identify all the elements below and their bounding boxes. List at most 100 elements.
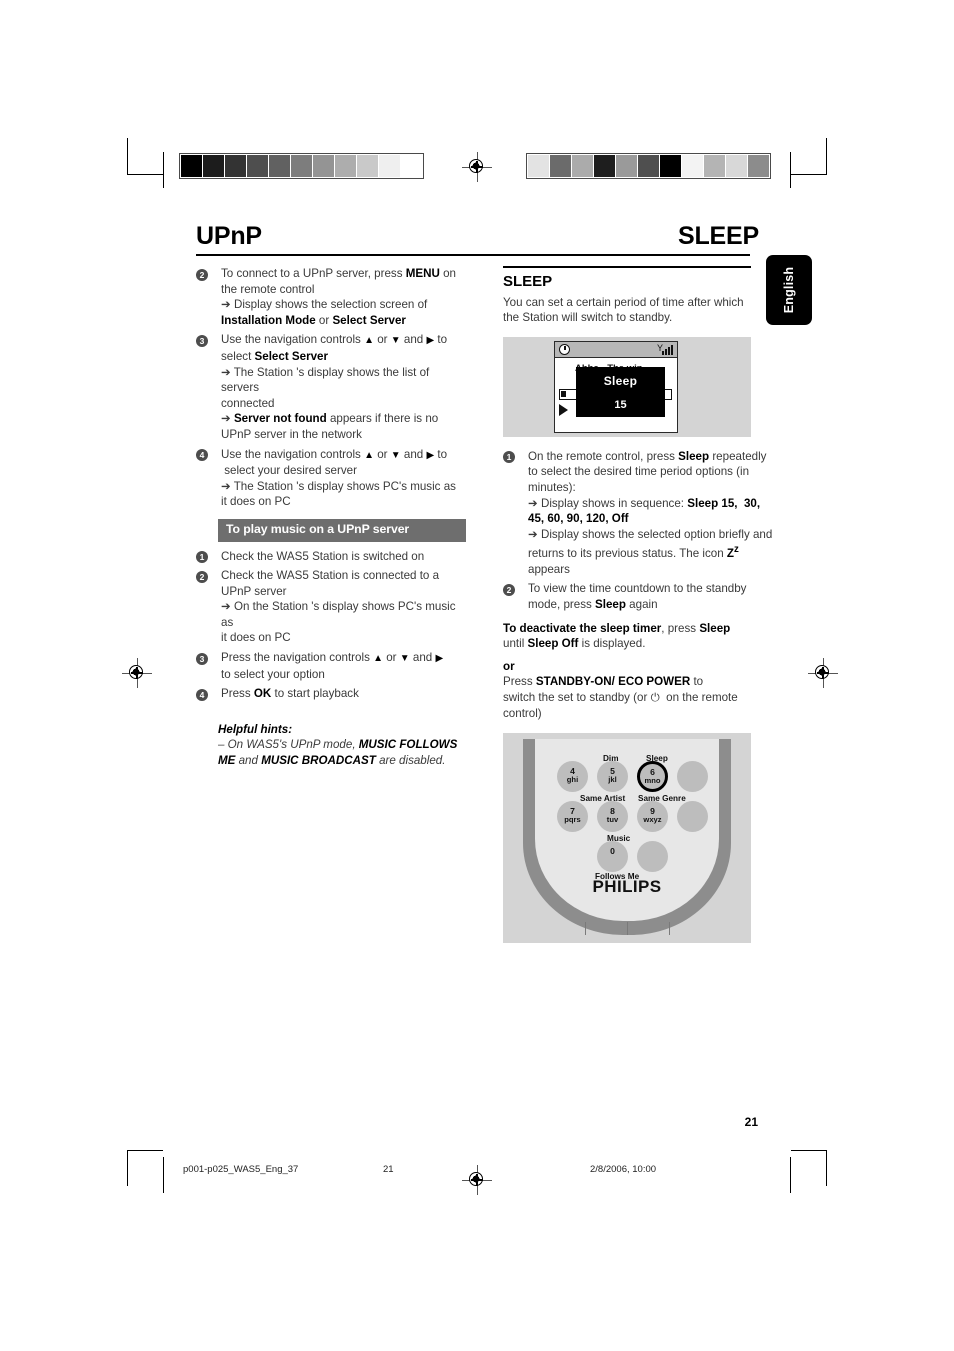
sleep-deactivate-note: To deactivate the sleep timer, press Sle… [503, 621, 731, 651]
step-text: Press the navigation controls ▲ or ▼ and… [221, 651, 444, 681]
step-text: Use the navigation controls ▲ or ▼ and ▶… [221, 447, 456, 509]
remote-seam-right [669, 922, 670, 936]
step-bullet: 2 [196, 268, 208, 281]
remote-key-5[interactable]: 5 jkl [597, 761, 628, 793]
calibration-swatch-9 [704, 155, 725, 177]
calibration-swatch-11 [401, 155, 422, 177]
remote-body: PHILIPS Dim Sleep Same Artist Same Genre Mus… [523, 739, 731, 936]
step-text: To connect to a UPnP server, press MENU … [221, 267, 457, 327]
remote-key-9[interactable]: 9 wxyz [637, 801, 668, 833]
crop-mark-top-right-h [791, 174, 827, 175]
instruction-step: 2 Check the WAS5 Station is connected to … [196, 568, 466, 646]
step-text: Use the navigation controls ▲ or ▼ and ▶… [221, 333, 448, 441]
sleep-steps-list: 1 On the remote control, press Sleep repe… [503, 449, 773, 613]
calibration-swatch-3 [572, 155, 593, 177]
remote-key-7[interactable]: 7 pqrs [557, 801, 588, 833]
step-bullet: 3 [196, 334, 208, 347]
remote-control-figure: PHILIPS Dim Sleep Same Artist Same Genre Mus… [503, 733, 751, 944]
calibration-swatch-4 [594, 155, 615, 177]
crop-mark-top-left-v [127, 138, 128, 174]
section-band-play-music: To play music on a UPnP server [218, 518, 466, 542]
calibration-swatch-3 [225, 155, 246, 177]
manual-page: UPnP SLEEP English 2 To connect to a UPnP… [0, 0, 954, 1351]
header-rule [196, 254, 750, 256]
registration-mark-left [122, 658, 152, 688]
lcd-overlay-value: 15 [614, 399, 627, 412]
calibration-swatch-7 [313, 155, 334, 177]
calibration-swatch-8 [335, 155, 356, 177]
crop-mark-bottom-left-v [127, 1150, 128, 1186]
instruction-step: 3 Use the navigation controls ▲ or ▼ and … [196, 332, 466, 442]
remote-key-blank-9[interactable] [637, 841, 668, 873]
sleep-section-heading: SLEEP [503, 273, 553, 290]
crop-mark-top-left-inner-v [163, 152, 164, 188]
sleep-section-rule [503, 266, 751, 268]
crop-mark-bottom-left-h [127, 1150, 163, 1151]
step-bullet: 1 [503, 451, 515, 464]
step-text: Press OK to start playback [221, 687, 359, 701]
instruction-step: 2 To view the time countdown to the stand… [503, 581, 773, 612]
or-label: or [503, 659, 515, 673]
crop-mark-bottom-right-v [826, 1150, 827, 1186]
calibration-swatch-11 [748, 155, 769, 177]
lcd-sleep-overlay: Sleep 15 [576, 366, 665, 417]
remote-seam-left [585, 922, 586, 936]
sleep-standby-note: Press STANDBY-ON/ ECO POWER to switch the… [503, 675, 738, 720]
step-text: Check the WAS5 Station is switched on [221, 549, 425, 563]
step-text: To view the time countdown to the standb… [528, 582, 747, 611]
antenna-icon: Y [656, 342, 663, 353]
helpful-hints: Helpful hints: – On WAS5's UPnP mode, MU… [218, 722, 466, 768]
registration-mark-bottom [462, 1165, 492, 1195]
instruction-step: 4 Use the navigation controls ▲ or ▼ and … [196, 447, 466, 510]
remote-key-4[interactable]: 4 ghi [557, 761, 588, 793]
instruction-step: 1 Check the WAS5 Station is switched on [196, 549, 466, 565]
helpful-hints-body: – On WAS5's UPnP mode, MUSIC FOLLOWS ME a… [218, 738, 458, 767]
sleep-intro-text: You can set a certain period of time aft… [503, 295, 744, 325]
crop-mark-bottom-right-h [791, 1150, 827, 1151]
greyscale-calibration-bar-2 [526, 153, 771, 179]
footer-date: 2/8/2006, 10:00 [590, 1164, 657, 1175]
calibration-swatch-5 [269, 155, 290, 177]
crop-mark-top-left-h [127, 174, 163, 175]
calibration-swatch-8 [682, 155, 703, 177]
remote-key-8[interactable]: 8 tuv [597, 801, 628, 833]
step-text: Check the WAS5 Station is connected to a… [221, 569, 456, 645]
remote-key-blank-3[interactable] [677, 761, 708, 793]
registration-mark-right [808, 658, 838, 688]
greyscale-calibration-bar-1 [179, 153, 424, 179]
play-triangle-icon [559, 403, 568, 416]
calibration-swatch-9 [357, 155, 378, 177]
lcd-overlay-title: Sleep [603, 373, 638, 388]
language-tab-label: English [782, 266, 796, 314]
instruction-step: 4 Press OK to start playback [196, 686, 466, 702]
remote-key-6[interactable]: 6 mno [637, 761, 668, 793]
step-text: On the remote control, press Sleep repea… [528, 449, 773, 576]
lcd-display-figure: Y Abba - The win Sleep 15 [503, 336, 751, 437]
step-bullet: 4 [196, 449, 208, 462]
crop-mark-top-right-inner-v [790, 152, 791, 188]
clock-icon [559, 343, 570, 355]
step-bullet: 1 [196, 551, 208, 563]
calibration-swatch-10 [379, 155, 400, 177]
calibration-swatch-1 [528, 155, 549, 177]
step-bullet: 4 [196, 688, 208, 701]
page-number: 21 [744, 1115, 758, 1129]
calibration-swatch-2 [203, 155, 224, 177]
calibration-swatch-7 [660, 155, 681, 177]
page-title-left: UPnP [196, 222, 262, 250]
step-bullet: 2 [196, 570, 208, 583]
remote-faceplate: PHILIPS Dim Sleep Same Artist Same Genre Mus… [535, 739, 719, 922]
crop-mark-bottom-right-inner-v [790, 1157, 791, 1193]
calibration-swatch-2 [550, 155, 571, 177]
step-bullet: 3 [196, 652, 208, 665]
remote-key-0[interactable]: 0 [597, 841, 628, 873]
calibration-swatch-4 [247, 155, 268, 177]
crop-mark-top-right-v [826, 138, 827, 174]
crop-mark-bottom-left-inner-v [163, 1157, 164, 1193]
registration-mark-top [462, 152, 492, 182]
lcd-screen: Y Abba - The win Sleep 15 [554, 340, 678, 433]
right-column: SLEEP You can set a certain period of ti… [503, 266, 773, 944]
remote-seam-mid [627, 922, 628, 936]
helpful-hints-title: Helpful hints: [218, 722, 293, 736]
remote-key-blank-7[interactable] [677, 801, 708, 833]
